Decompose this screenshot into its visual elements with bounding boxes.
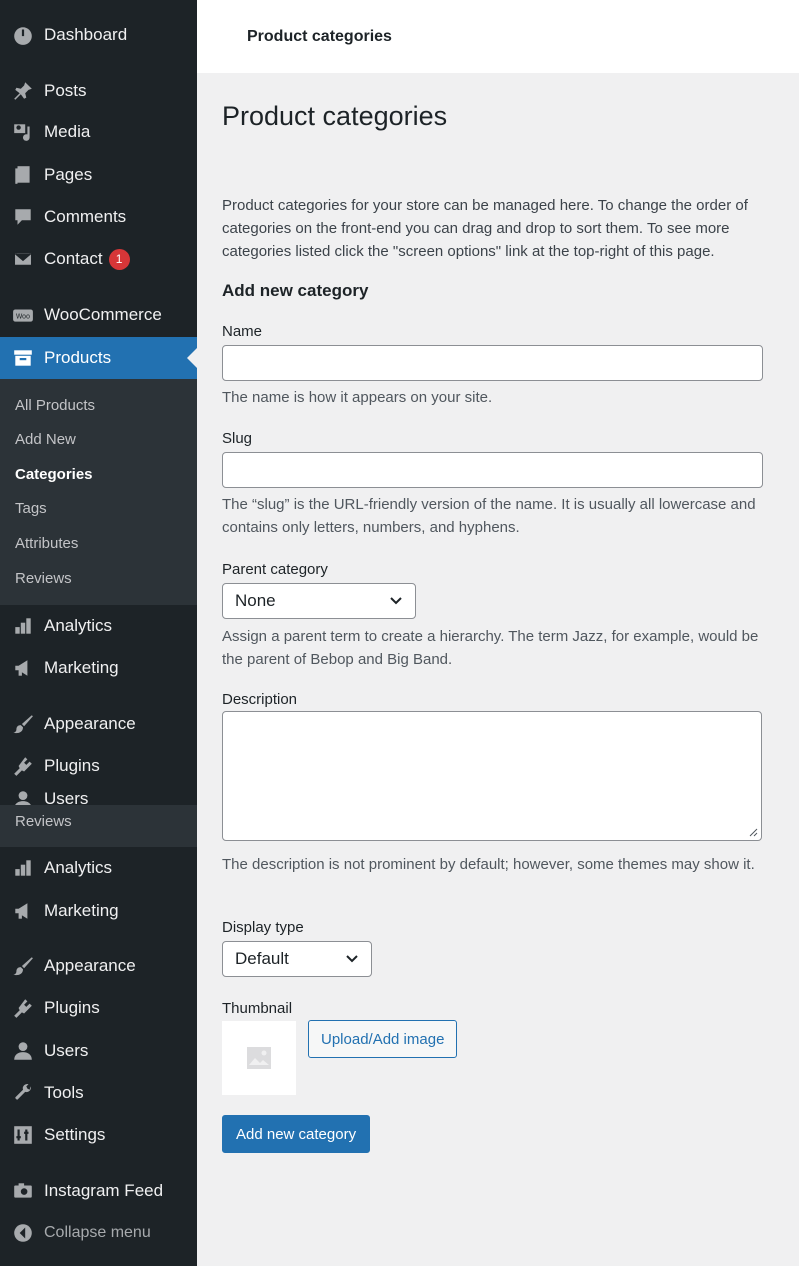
menu-media[interactable]: Media bbox=[0, 115, 197, 149]
camera-icon bbox=[0, 1180, 44, 1202]
megaphone-icon bbox=[0, 900, 44, 922]
add-category-button[interactable]: Add new category bbox=[222, 1115, 371, 1153]
menu-comments[interactable]: Comments bbox=[0, 200, 197, 234]
submenu-all-products[interactable]: All Products bbox=[15, 397, 95, 414]
parent-category-label: Parent category bbox=[222, 561, 328, 578]
menu-plugins[interactable]: Plugins bbox=[0, 749, 197, 783]
media-icon bbox=[0, 121, 44, 143]
submenu-add-new[interactable]: Add New bbox=[15, 431, 76, 448]
chevron-down-icon bbox=[346, 955, 358, 963]
parent-category-value: None bbox=[235, 591, 276, 610]
dashboard-icon bbox=[0, 24, 44, 46]
menu-plugins-2[interactable]: Plugins bbox=[0, 991, 197, 1025]
parent-category-select[interactable]: None bbox=[222, 583, 416, 619]
user-icon bbox=[0, 1040, 44, 1062]
pin-icon bbox=[0, 80, 44, 102]
menu-appearance[interactable]: Appearance bbox=[0, 707, 197, 741]
menu-appearance-2[interactable]: Appearance bbox=[0, 949, 197, 983]
slug-help: The “slug” is the URL-friendly version o… bbox=[222, 496, 756, 536]
submenu-reviews-dup[interactable]: Reviews bbox=[15, 813, 72, 830]
menu-marketing[interactable]: Marketing bbox=[0, 651, 197, 685]
display-type-label: Display type bbox=[222, 919, 304, 936]
upload-image-button[interactable]: Upload/Add image bbox=[308, 1020, 458, 1058]
thumbnail-label: Thumbnail bbox=[222, 1000, 293, 1017]
display-type-value: Default bbox=[235, 949, 289, 968]
menu-instagram-feed[interactable]: Instagram Feed bbox=[0, 1174, 197, 1208]
submenu-reviews[interactable]: Reviews bbox=[15, 570, 72, 587]
menu-analytics[interactable]: Analytics bbox=[0, 609, 197, 643]
submenu-categories[interactable]: Categories bbox=[15, 466, 93, 483]
menu-analytics-2[interactable]: Analytics bbox=[0, 851, 197, 885]
pages-icon bbox=[0, 164, 44, 186]
svg-text:Woo: Woo bbox=[16, 312, 30, 320]
paintbrush-icon bbox=[0, 713, 44, 735]
bar-chart-icon bbox=[0, 615, 44, 637]
thumbnail-preview bbox=[222, 1021, 296, 1095]
woocommerce-icon: Woo bbox=[0, 304, 44, 326]
description-textarea[interactable] bbox=[222, 711, 762, 841]
menu-marketing-2[interactable]: Marketing bbox=[0, 894, 197, 928]
submenu-attributes[interactable]: Attributes bbox=[15, 535, 78, 552]
display-type-select[interactable]: Default bbox=[222, 941, 372, 977]
chevron-down-icon bbox=[390, 597, 402, 605]
admin-sidebar: Dashboard Posts Media Pages Comments Con… bbox=[0, 0, 197, 1266]
page-header: Product categories bbox=[197, 0, 799, 73]
menu-settings[interactable]: Settings bbox=[0, 1118, 197, 1152]
name-help: The name is how it appears on your site. bbox=[222, 389, 493, 406]
resize-grip-icon[interactable] bbox=[748, 827, 758, 837]
menu-posts[interactable]: Posts bbox=[0, 74, 197, 108]
menu-products[interactable]: Products bbox=[0, 337, 197, 379]
intro-text: Product categories for your store can be… bbox=[222, 197, 748, 260]
mail-icon bbox=[0, 248, 44, 270]
menu-contact[interactable]: Contact 1 bbox=[0, 242, 197, 276]
settings-icon bbox=[0, 1124, 44, 1146]
bar-chart-icon bbox=[0, 857, 44, 879]
plugin-icon bbox=[0, 997, 44, 1019]
menu-users-partial[interactable]: Users bbox=[0, 789, 197, 805]
slug-label: Slug bbox=[222, 430, 253, 447]
comment-icon bbox=[0, 206, 44, 228]
page-title: Product categories bbox=[222, 101, 448, 131]
name-label: Name bbox=[222, 323, 263, 340]
collapse-menu-button[interactable]: Collapse menu bbox=[0, 1216, 197, 1250]
breadcrumb: Product categories bbox=[247, 28, 392, 45]
current-menu-arrow bbox=[187, 347, 197, 369]
menu-woocommerce[interactable]: Woo WooCommerce bbox=[0, 298, 197, 332]
submenu-tags[interactable]: Tags bbox=[15, 500, 47, 517]
archive-icon bbox=[0, 347, 44, 369]
user-icon bbox=[0, 789, 44, 805]
description-help: The description is not prominent by defa… bbox=[222, 856, 755, 873]
image-placeholder-icon bbox=[247, 1047, 271, 1069]
form-title: Add new category bbox=[222, 281, 369, 300]
plugin-icon bbox=[0, 755, 44, 777]
menu-users[interactable]: Users bbox=[0, 1034, 197, 1068]
wrench-icon bbox=[0, 1082, 44, 1104]
slug-input[interactable] bbox=[222, 452, 763, 488]
menu-pages[interactable]: Pages bbox=[0, 158, 197, 192]
parent-category-help: Assign a parent term to create a hierarc… bbox=[222, 628, 759, 668]
name-input[interactable] bbox=[222, 345, 763, 381]
menu-tools[interactable]: Tools bbox=[0, 1076, 197, 1110]
paintbrush-icon bbox=[0, 955, 44, 977]
megaphone-icon bbox=[0, 657, 44, 679]
menu-dashboard[interactable]: Dashboard bbox=[0, 18, 197, 52]
notification-badge: 1 bbox=[108, 248, 130, 270]
description-label: Description bbox=[222, 691, 298, 708]
collapse-arrow-icon bbox=[0, 1222, 44, 1244]
